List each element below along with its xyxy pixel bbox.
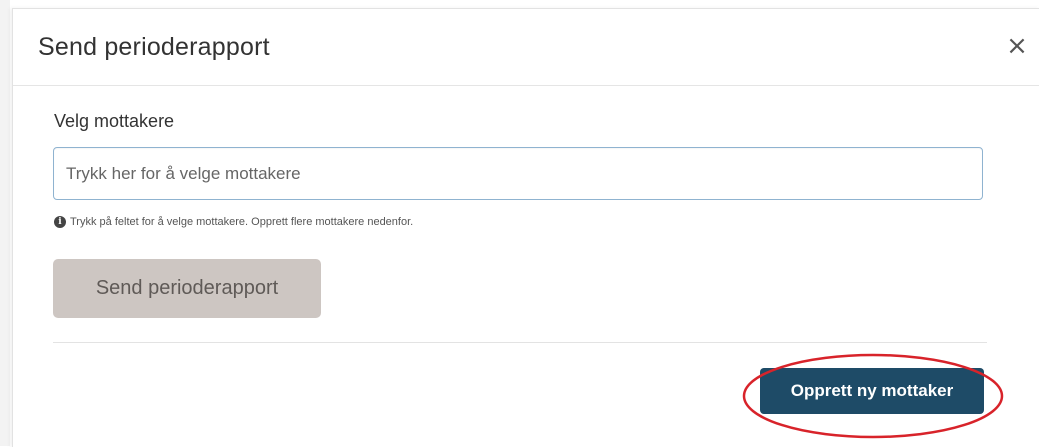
send-report-button[interactable]: Send perioderapport bbox=[53, 259, 321, 318]
recipients-label: Velg mottakere bbox=[54, 111, 175, 131]
dialog-header: Send perioderapport × bbox=[13, 9, 1039, 86]
recipients-help-text: Trykk på feltet for å velge mottakere. O… bbox=[70, 216, 414, 228]
dialog-title: Send perioderapport bbox=[38, 33, 270, 61]
recipients-input[interactable] bbox=[53, 147, 983, 200]
info-circle-icon: i bbox=[54, 216, 66, 228]
close-icon[interactable]: × bbox=[1002, 31, 1032, 61]
create-recipient-button[interactable]: Opprett ny mottaker bbox=[760, 368, 984, 414]
section-divider bbox=[53, 342, 987, 343]
recipients-help: i Trykk på feltet for å velge mottakere.… bbox=[54, 216, 413, 228]
page-backdrop bbox=[0, 0, 10, 446]
